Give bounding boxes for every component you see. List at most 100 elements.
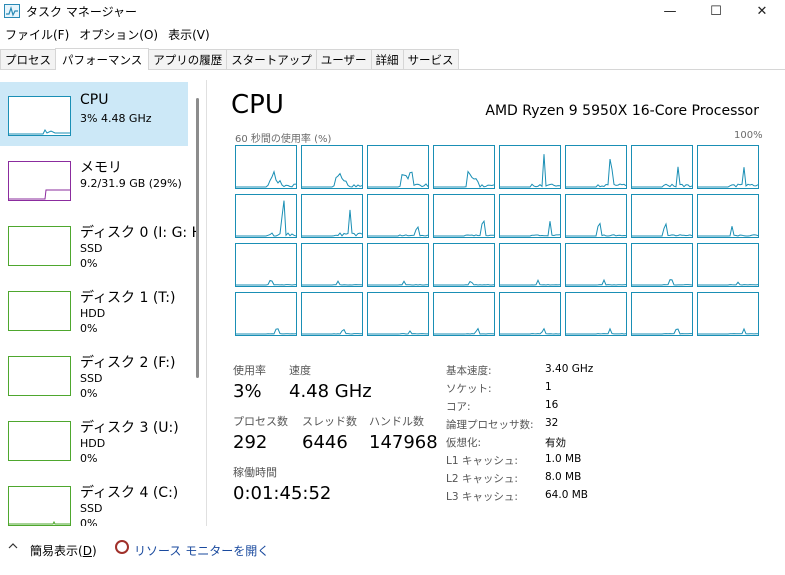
tab-app-history[interactable]: アプリの履歴 [148, 49, 228, 69]
title-bar: タスク マネージャー — ☐ ✕ [0, 0, 785, 22]
l1-cache-label: L1 キャッシュ: [446, 455, 518, 467]
compact-view-link[interactable]: 簡易表示(D) [30, 542, 97, 559]
sidebar-item-value: 0% [80, 257, 98, 270]
minimize-button[interactable]: — [647, 0, 693, 22]
disk-thumbnail-graph [8, 421, 71, 461]
core-graph-9 [301, 194, 363, 238]
sidebar-item-disk-2[interactable]: ディスク 2 (F:) SSD 0% [0, 342, 188, 406]
core-graph-30 [631, 292, 693, 336]
threads-value: 6446 [302, 432, 348, 453]
sidebar-item-value: 0% [80, 387, 98, 400]
l3-cache-value: 64.0 MB [545, 489, 588, 501]
core-graph-3 [433, 145, 495, 189]
disk-thumbnail-graph [8, 486, 71, 526]
uptime-value: 0:01:45:52 [233, 483, 332, 504]
core-graph-31 [697, 292, 759, 336]
core-graph-14 [631, 194, 693, 238]
sidebar-item-type: HDD [80, 437, 106, 450]
sockets-label: ソケット: [446, 383, 492, 395]
base-speed-label: 基本速度: [446, 365, 492, 377]
open-resource-monitor-link[interactable]: リソース モニターを開く [134, 542, 269, 559]
core-graph-18 [367, 243, 429, 287]
tab-performance[interactable]: パフォーマンス [55, 48, 150, 70]
processes-label: プロセス数 [233, 415, 288, 428]
handles-label: ハンドル数 [369, 415, 424, 428]
page-title: CPU [231, 90, 284, 120]
l2-cache-label: L2 キャッシュ: [446, 473, 518, 485]
menu-view[interactable]: 表示(V) [163, 26, 215, 43]
logical-processors-label: 論理プロセッサ数: [446, 419, 534, 431]
core-graph-12 [499, 194, 561, 238]
sidebar-item-type: SSD [80, 372, 103, 385]
core-graph-27 [433, 292, 495, 336]
resource-monitor-icon[interactable] [115, 540, 129, 554]
usage-label: 使用率 [233, 364, 266, 377]
handles-value: 147968 [369, 432, 438, 453]
sidebar-item-value: 0% [80, 517, 98, 526]
compact-view-label-close: ) [91, 544, 97, 558]
core-graph-16 [235, 243, 297, 287]
sidebar-item-label: ディスク 1 (T:) [80, 290, 176, 306]
core-graph-6 [631, 145, 693, 189]
resource-sidebar: CPU 3% 4.48 GHz メモリ 9.2/31.9 GB (29%) ディ… [0, 80, 198, 526]
l2-cache-value: 8.0 MB [545, 471, 582, 483]
threads-label: スレッド数 [302, 415, 357, 428]
core-graph-15 [697, 194, 759, 238]
compact-view-label: 簡易表示( [30, 544, 83, 558]
core-graph-10 [367, 194, 429, 238]
maximize-button[interactable]: ☐ [693, 0, 739, 22]
core-graph-21 [565, 243, 627, 287]
virtualization-value: 有効 [545, 437, 566, 449]
core-graph-28 [499, 292, 561, 336]
l1-cache-value: 1.0 MB [545, 453, 582, 465]
uptime-label: 稼働時間 [233, 466, 277, 479]
sidebar-item-label: ディスク 3 (U:) [80, 420, 179, 436]
tab-services[interactable]: サービス [402, 49, 459, 69]
memory-thumbnail-graph [8, 161, 71, 201]
l3-cache-label: L3 キャッシュ: [446, 491, 518, 503]
sidebar-item-label: メモリ [80, 160, 122, 176]
sidebar-item-cpu[interactable]: CPU 3% 4.48 GHz [0, 82, 188, 146]
sidebar-item-disk-0[interactable]: ディスク 0 (I: G: H: SSD 0% [0, 212, 198, 276]
close-button[interactable]: ✕ [739, 0, 785, 22]
sidebar-scrollbar[interactable] [196, 98, 199, 378]
menu-bar: ファイル(F) オプション(O) 表示(V) [0, 24, 215, 44]
footer-bar: 簡易表示(D) リソース モニターを開く [0, 536, 785, 564]
sidebar-item-memory[interactable]: メモリ 9.2/31.9 GB (29%) [0, 147, 188, 211]
core-graph-4 [499, 145, 561, 189]
utilization-axis-label: 60 秒間の使用率 (%) [235, 134, 332, 145]
disk-thumbnail-graph [8, 356, 71, 396]
menu-file[interactable]: ファイル(F) [0, 26, 74, 43]
processor-name: AMD Ryzen 9 5950X 16-Core Processor [485, 103, 759, 119]
core-graph-13 [565, 194, 627, 238]
processes-value: 292 [233, 432, 268, 453]
sidebar-item-value: 0% [80, 452, 98, 465]
tab-startup[interactable]: スタートアップ [226, 49, 317, 69]
tab-details[interactable]: 詳細 [370, 49, 404, 69]
sidebar-item-value: 3% 4.48 GHz [80, 112, 152, 125]
sockets-value: 1 [545, 381, 552, 393]
disk-thumbnail-graph [8, 226, 71, 266]
sidebar-item-disk-4[interactable]: ディスク 4 (C:) SSD 0% [0, 472, 188, 526]
sidebar-item-disk-1[interactable]: ディスク 1 (T:) HDD 0% [0, 277, 188, 341]
core-graph-0 [235, 145, 297, 189]
tab-bar: プロセス パフォーマンス アプリの履歴 スタートアップ ユーザー 詳細 サービス [0, 48, 785, 70]
tab-processes[interactable]: プロセス [0, 49, 56, 69]
sidebar-item-label: ディスク 4 (C:) [80, 485, 179, 501]
sidebar-item-type: SSD [80, 242, 103, 255]
chevron-up-icon[interactable] [8, 541, 18, 551]
tab-users[interactable]: ユーザー [315, 49, 372, 69]
sidebar-item-disk-3[interactable]: ディスク 3 (U:) HDD 0% [0, 407, 188, 471]
task-manager-icon [4, 4, 20, 18]
core-graph-17 [301, 243, 363, 287]
core-graph-19 [433, 243, 495, 287]
menu-options[interactable]: オプション(O) [74, 26, 163, 43]
sidebar-item-type: HDD [80, 307, 106, 320]
cores-label: コア: [446, 401, 471, 413]
core-graph-11 [433, 194, 495, 238]
logical-processors-value: 32 [545, 417, 559, 429]
core-graph-26 [367, 292, 429, 336]
core-graph-1 [301, 145, 363, 189]
core-graph-22 [631, 243, 693, 287]
sidebar-item-label: ディスク 0 (I: G: H: [80, 225, 198, 241]
